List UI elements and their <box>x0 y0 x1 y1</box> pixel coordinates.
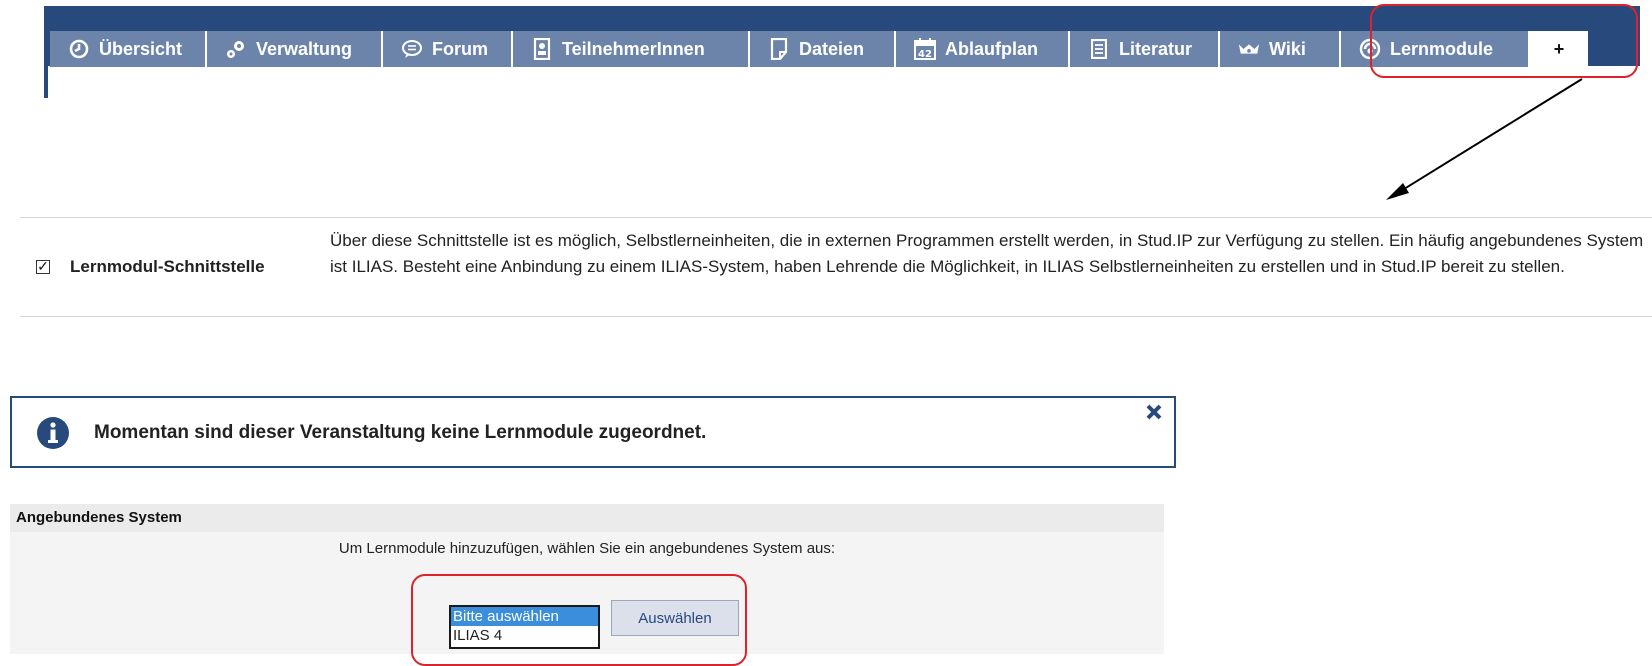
row-divider-top <box>20 217 1652 218</box>
info-icon <box>37 417 69 449</box>
module-checkbox[interactable]: ✓ <box>36 259 50 274</box>
module-description: Über diese Schnittstelle ist es möglich,… <box>330 231 1644 276</box>
info-message-box: Momentan sind dieser Veranstaltung keine… <box>10 396 1176 468</box>
highlight-frame-select <box>411 574 747 666</box>
info-message-text: Momentan sind dieser Veranstaltung keine… <box>94 422 707 443</box>
panel-title: Angebundenes System <box>10 504 1164 532</box>
row-divider-bottom <box>20 316 1652 317</box>
close-icon[interactable] <box>1146 404 1162 420</box>
module-name: Lernmodul-Schnittstelle <box>70 257 265 276</box>
panel-hint: Um Lernmodule hinzuzufügen, wählen Sie e… <box>338 540 836 557</box>
